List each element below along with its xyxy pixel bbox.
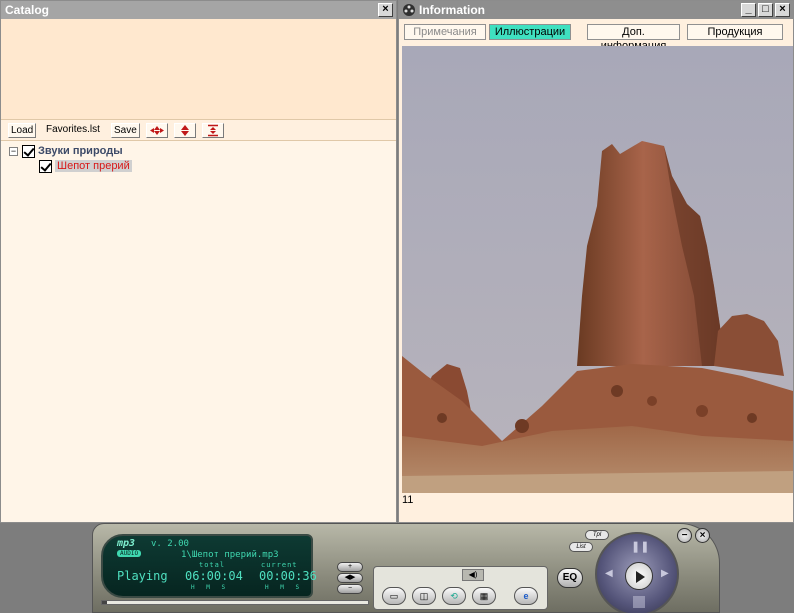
stop-button[interactable]	[633, 596, 645, 608]
catalog-close-button[interactable]: ×	[378, 3, 393, 17]
close-player-button[interactable]: ×	[695, 528, 710, 543]
volume-down-button[interactable]: −	[337, 584, 363, 594]
pause-button[interactable]: ❚❚	[631, 540, 649, 554]
track-name: 1\Шепот прерий.mp3	[181, 550, 279, 560]
player-display: mp3 AUDIO v. 2.00 1\Шепот прерий.mp3 Pla…	[101, 534, 317, 598]
previous-button[interactable]: ◀	[605, 568, 619, 582]
playlist-filename: Favorites.lst	[46, 124, 100, 135]
total-label: total	[199, 561, 226, 569]
tree-root-label: Звуки природы	[38, 145, 123, 157]
illustration-image	[402, 46, 793, 493]
catalog-window: Catalog × Load Favorites.lst Save − Звук…	[0, 0, 397, 523]
volume-up-button[interactable]: +	[337, 562, 363, 572]
image-caption: 11	[402, 494, 414, 506]
tpl-button[interactable]: Tpl	[585, 530, 609, 540]
maximize-button[interactable]: □	[758, 3, 773, 17]
playlist-button[interactable]: ◫	[412, 587, 436, 605]
catalog-titlebar[interactable]: Catalog ×	[1, 1, 396, 19]
repeat-button[interactable]: ⟲	[442, 587, 466, 605]
equalizer-button[interactable]: EQ	[557, 568, 583, 588]
player-body: mp3 AUDIO v. 2.00 1\Шепот прерий.mp3 Pla…	[92, 523, 720, 613]
sort-button[interactable]	[202, 123, 224, 138]
info-close-button[interactable]: ×	[775, 3, 790, 17]
tree-node-child[interactable]: Шепот прерий	[39, 159, 132, 173]
information-titlebar[interactable]: Information _ □ ×	[399, 1, 793, 19]
catalog-toolbar: Load Favorites.lst Save	[1, 119, 396, 141]
tab-extra-info[interactable]: Доп. информация	[587, 24, 680, 52]
tab-illustrations[interactable]: Иллюстрации	[489, 24, 571, 40]
current-time: 00:00:36	[259, 569, 317, 583]
tab-products[interactable]: Продукция	[687, 24, 783, 40]
track-progress[interactable]	[101, 600, 369, 605]
list-button[interactable]: List	[569, 542, 593, 552]
desert-butte-picture	[402, 46, 793, 493]
track-progress-fill	[102, 601, 108, 604]
tree-node-root[interactable]: − Звуки природы	[9, 144, 123, 158]
catalog-title: Catalog	[5, 3, 50, 17]
catalog-header-area	[1, 19, 396, 119]
open-file-button[interactable]: ▭	[382, 587, 406, 605]
next-button[interactable]: ▶	[661, 568, 675, 582]
move-up-down-icon	[181, 125, 189, 136]
move-all-icon	[150, 126, 164, 135]
transport-wheel: ❚❚ ◀ ▶	[595, 532, 679, 613]
volume-controls: + ◀▶ −	[337, 562, 365, 595]
move-up-down-button[interactable]	[174, 123, 196, 138]
save-button[interactable]: Save	[111, 123, 140, 138]
current-hms: H M S	[265, 584, 304, 591]
minimize-button[interactable]: _	[741, 3, 756, 17]
minimize-player-button[interactable]: −	[677, 528, 692, 543]
total-hms: H M S	[191, 584, 230, 591]
mp3-player: mp3 AUDIO v. 2.00 1\Шепот прерий.mp3 Pla…	[92, 521, 720, 613]
total-time: 06:00:04	[185, 569, 243, 583]
information-title: Information	[419, 3, 485, 17]
play-button[interactable]	[625, 562, 653, 590]
info-tabs: Примечания Иллюстрации Доп. информация П…	[399, 19, 793, 52]
current-label: current	[261, 561, 298, 569]
internet-explorer-icon[interactable]: e	[514, 587, 538, 605]
speaker-icon[interactable]: ◀)	[462, 569, 484, 581]
load-button[interactable]: Load	[8, 123, 37, 138]
balance-button[interactable]: ◀▶	[337, 573, 363, 583]
mp3-logo: mp3	[117, 538, 136, 549]
playback-status: Playing	[117, 569, 168, 583]
information-window: Information _ □ × Примечания Иллюстрации…	[398, 0, 794, 523]
root-checkbox[interactable]	[22, 144, 35, 158]
collapse-icon[interactable]: −	[9, 146, 18, 156]
move-all-button[interactable]	[146, 123, 168, 138]
tree-child-label: Шепот прерий	[55, 160, 132, 172]
control-panel: ◀) ▭ ◫ ⟲ ▦ e	[373, 566, 548, 610]
settings-button[interactable]: ▦	[472, 587, 496, 605]
child-checkbox[interactable]	[39, 159, 52, 173]
sort-icon	[208, 124, 218, 137]
audio-badge: AUDIO	[117, 550, 142, 557]
player-version: v. 2.00	[151, 539, 189, 549]
film-reel-icon	[403, 4, 415, 16]
tab-notes[interactable]: Примечания	[404, 24, 486, 40]
